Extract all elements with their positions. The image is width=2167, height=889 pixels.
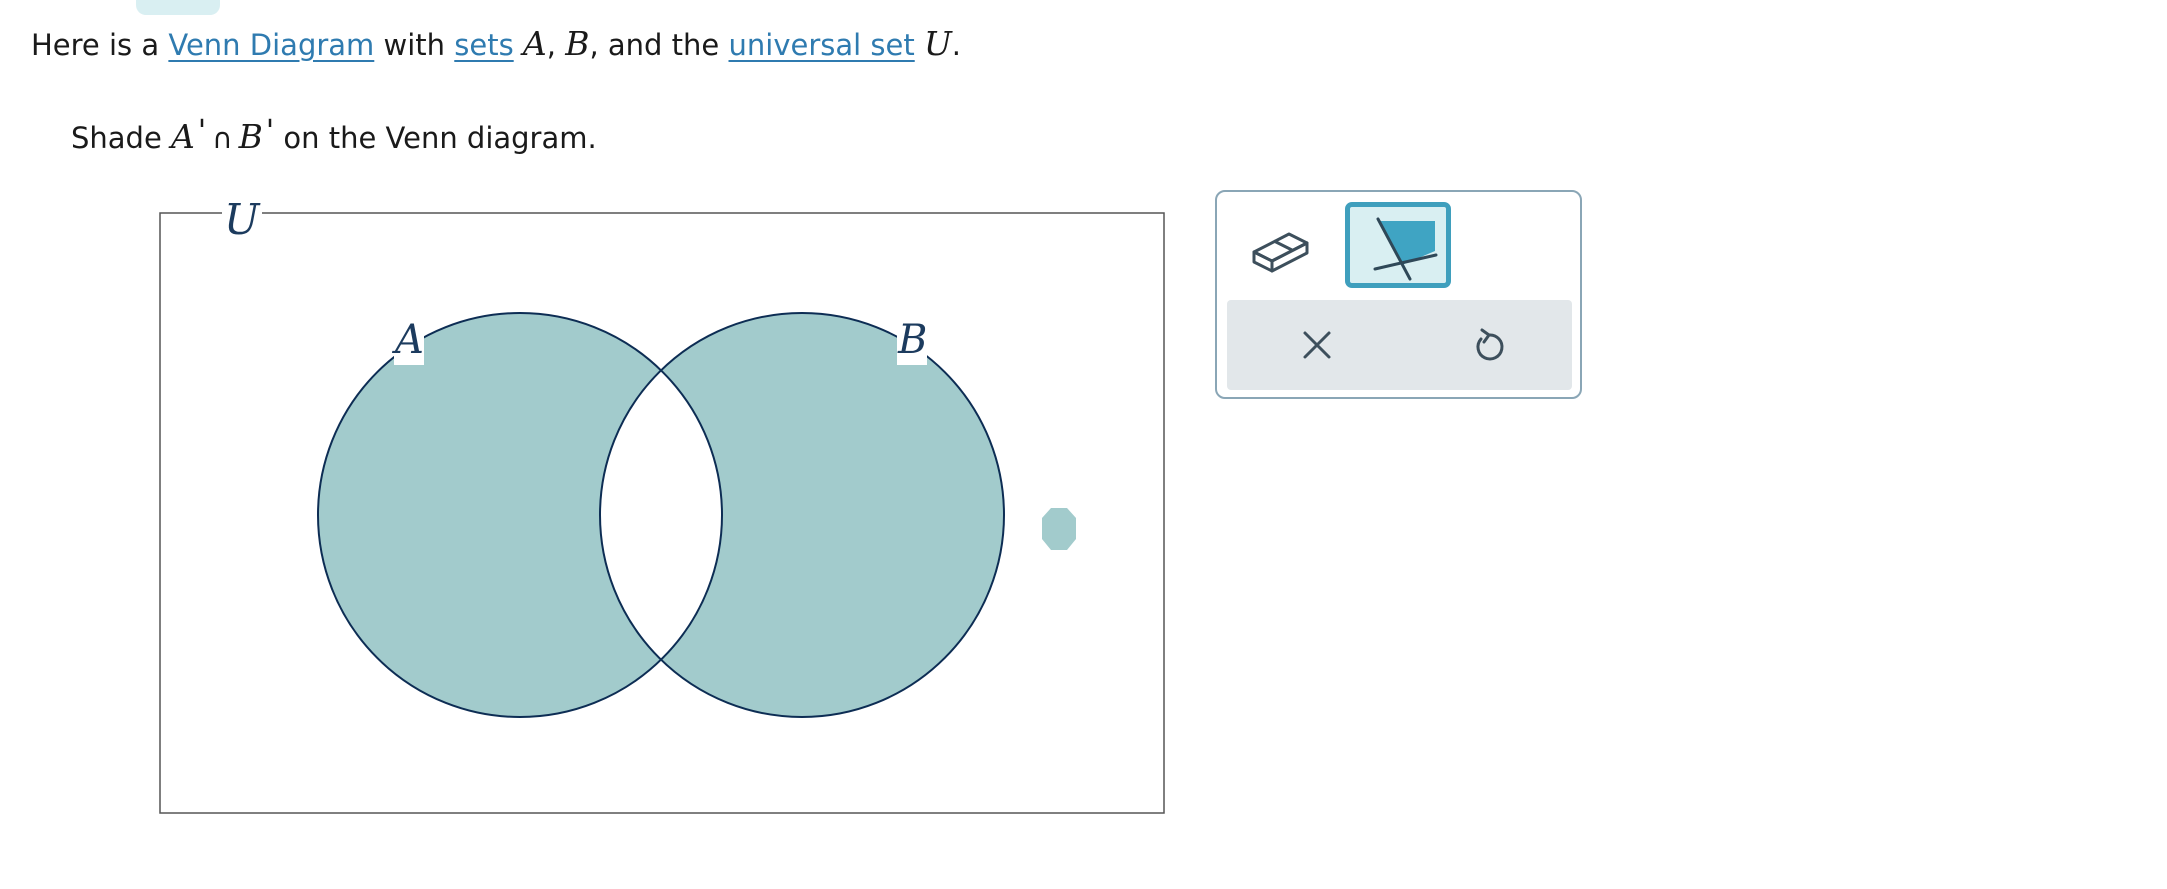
shade-tool-button[interactable] bbox=[1345, 202, 1451, 288]
page: Here is a Venn Diagram with sets A, B, a… bbox=[0, 0, 2167, 889]
venn-diagram[interactable]: U A B bbox=[0, 0, 1200, 889]
eraser-button[interactable] bbox=[1247, 214, 1317, 284]
clear-button[interactable] bbox=[1287, 315, 1347, 375]
set-b-label: B bbox=[897, 317, 927, 363]
drawing-toolbox bbox=[1215, 190, 1582, 399]
undo-button[interactable] bbox=[1459, 315, 1519, 375]
undo-icon bbox=[1476, 328, 1504, 361]
eraser-icon bbox=[1252, 232, 1309, 273]
shade-flag-icon bbox=[1373, 217, 1438, 281]
action-bar bbox=[1227, 300, 1572, 390]
close-icon bbox=[1303, 331, 1331, 359]
set-a-label: A bbox=[391, 317, 424, 363]
universe-label: U bbox=[224, 195, 261, 244]
outside-region-shade-marker[interactable] bbox=[1042, 508, 1076, 550]
